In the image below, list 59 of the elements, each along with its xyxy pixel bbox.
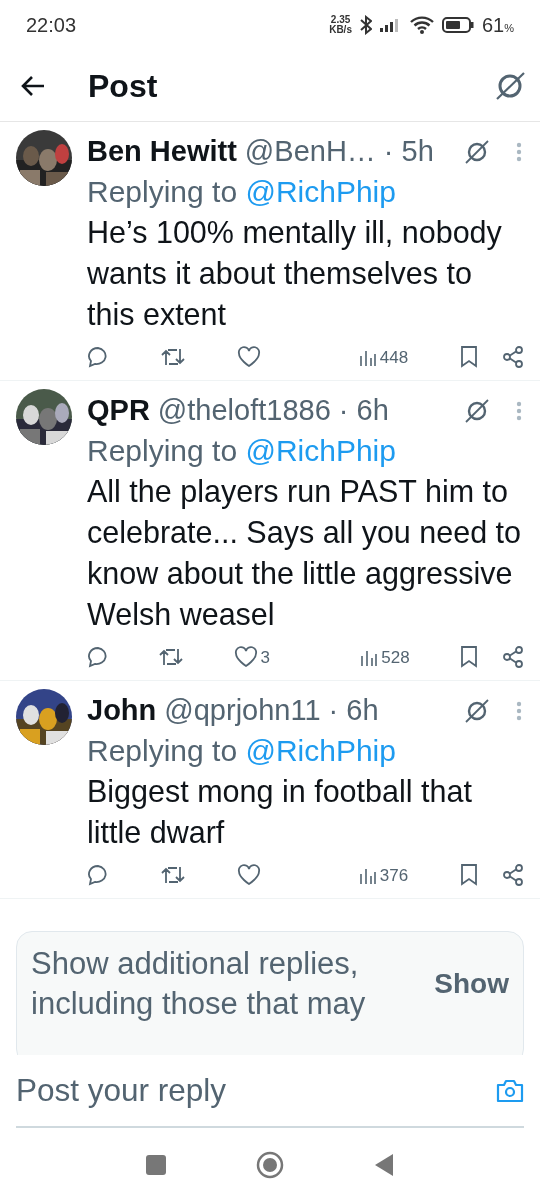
slashed-circle-icon[interactable] xyxy=(464,138,490,165)
author-name[interactable]: Ben Hewitt xyxy=(87,130,237,174)
bookmark-icon[interactable] xyxy=(460,864,478,887)
percent-sign: % xyxy=(504,22,514,36)
bar-chart-icon[interactable] xyxy=(358,348,377,367)
author-handle[interactable]: @BenH… xyxy=(244,130,376,174)
home-circle-icon[interactable] xyxy=(256,1150,284,1179)
replying-to-text: Replying to @RichPhip xyxy=(87,173,397,210)
heart-icon[interactable] xyxy=(233,646,258,669)
post-time: · 6h xyxy=(338,393,389,428)
notice-text: Show additional replies, including those that may xyxy=(31,945,367,1023)
back-arrow-icon xyxy=(20,74,46,97)
bookmark-icon[interactable] xyxy=(460,346,478,369)
post-time: · 5h xyxy=(383,134,434,169)
bar-chart-icon[interactable] xyxy=(360,648,379,667)
wifi-icon xyxy=(409,16,434,34)
slashed-circle-icon[interactable] xyxy=(464,697,490,724)
heart-icon[interactable] xyxy=(236,346,261,369)
author-name[interactable]: John xyxy=(87,689,157,733)
camera-icon[interactable] xyxy=(496,1078,524,1103)
page-title: Post xyxy=(88,66,158,106)
back-button[interactable] xyxy=(20,74,46,97)
repost-icon[interactable] xyxy=(160,865,185,886)
bluetooth-icon xyxy=(359,15,372,35)
share-icon[interactable] xyxy=(502,346,524,369)
like-count: 3 xyxy=(260,646,271,669)
view-count: 376 xyxy=(379,864,409,887)
replying-to-text: Replying to @RichPhip xyxy=(87,732,397,769)
author-name[interactable]: QPR xyxy=(87,389,150,433)
heart-icon[interactable] xyxy=(236,864,261,887)
network-speed: 2.35 xyxy=(329,15,352,25)
comment-icon[interactable] xyxy=(87,864,109,887)
battery-icon xyxy=(441,17,474,33)
reply-text: All the players run PAST him to celebrate... Says all you need to know about the little aggressive Welsh weasel xyxy=(87,472,523,633)
comment-icon[interactable] xyxy=(87,646,109,669)
back-triangle-icon[interactable] xyxy=(374,1152,394,1177)
share-icon[interactable] xyxy=(502,864,524,887)
reply-text: Biggest mong in football that little dwarf xyxy=(87,772,473,851)
author-handle[interactable]: @qprjohn11 xyxy=(164,689,321,733)
comment-icon[interactable] xyxy=(87,346,109,369)
author-handle[interactable]: @theloft1886 xyxy=(157,389,331,433)
square-icon[interactable] xyxy=(146,1154,166,1175)
post-time: · 6h xyxy=(328,693,379,728)
battery-percentage: 61 xyxy=(481,13,505,38)
reply-text: He’s 100% mentally ill, nobody wants it about themselves to this extent xyxy=(87,213,503,333)
slashed-circle-icon[interactable] xyxy=(464,397,490,424)
network-speed-unit: KB/s xyxy=(329,25,352,35)
replying-to-text: Replying to @RichPhip xyxy=(87,432,397,469)
view-count: 448 xyxy=(379,346,409,369)
repost-icon[interactable] xyxy=(159,647,184,668)
show-button[interactable]: Show xyxy=(414,963,509,1005)
repost-icon[interactable] xyxy=(160,347,185,368)
slashed-circle-icon[interactable] xyxy=(494,69,526,102)
clock-time: 22:03 xyxy=(26,13,77,38)
bar-chart-icon[interactable] xyxy=(358,866,377,885)
view-count: 528 xyxy=(381,646,410,669)
share-icon[interactable] xyxy=(501,646,524,669)
bookmark-icon[interactable] xyxy=(459,646,478,669)
reply-field[interactable]: Post your reply xyxy=(16,1066,496,1115)
